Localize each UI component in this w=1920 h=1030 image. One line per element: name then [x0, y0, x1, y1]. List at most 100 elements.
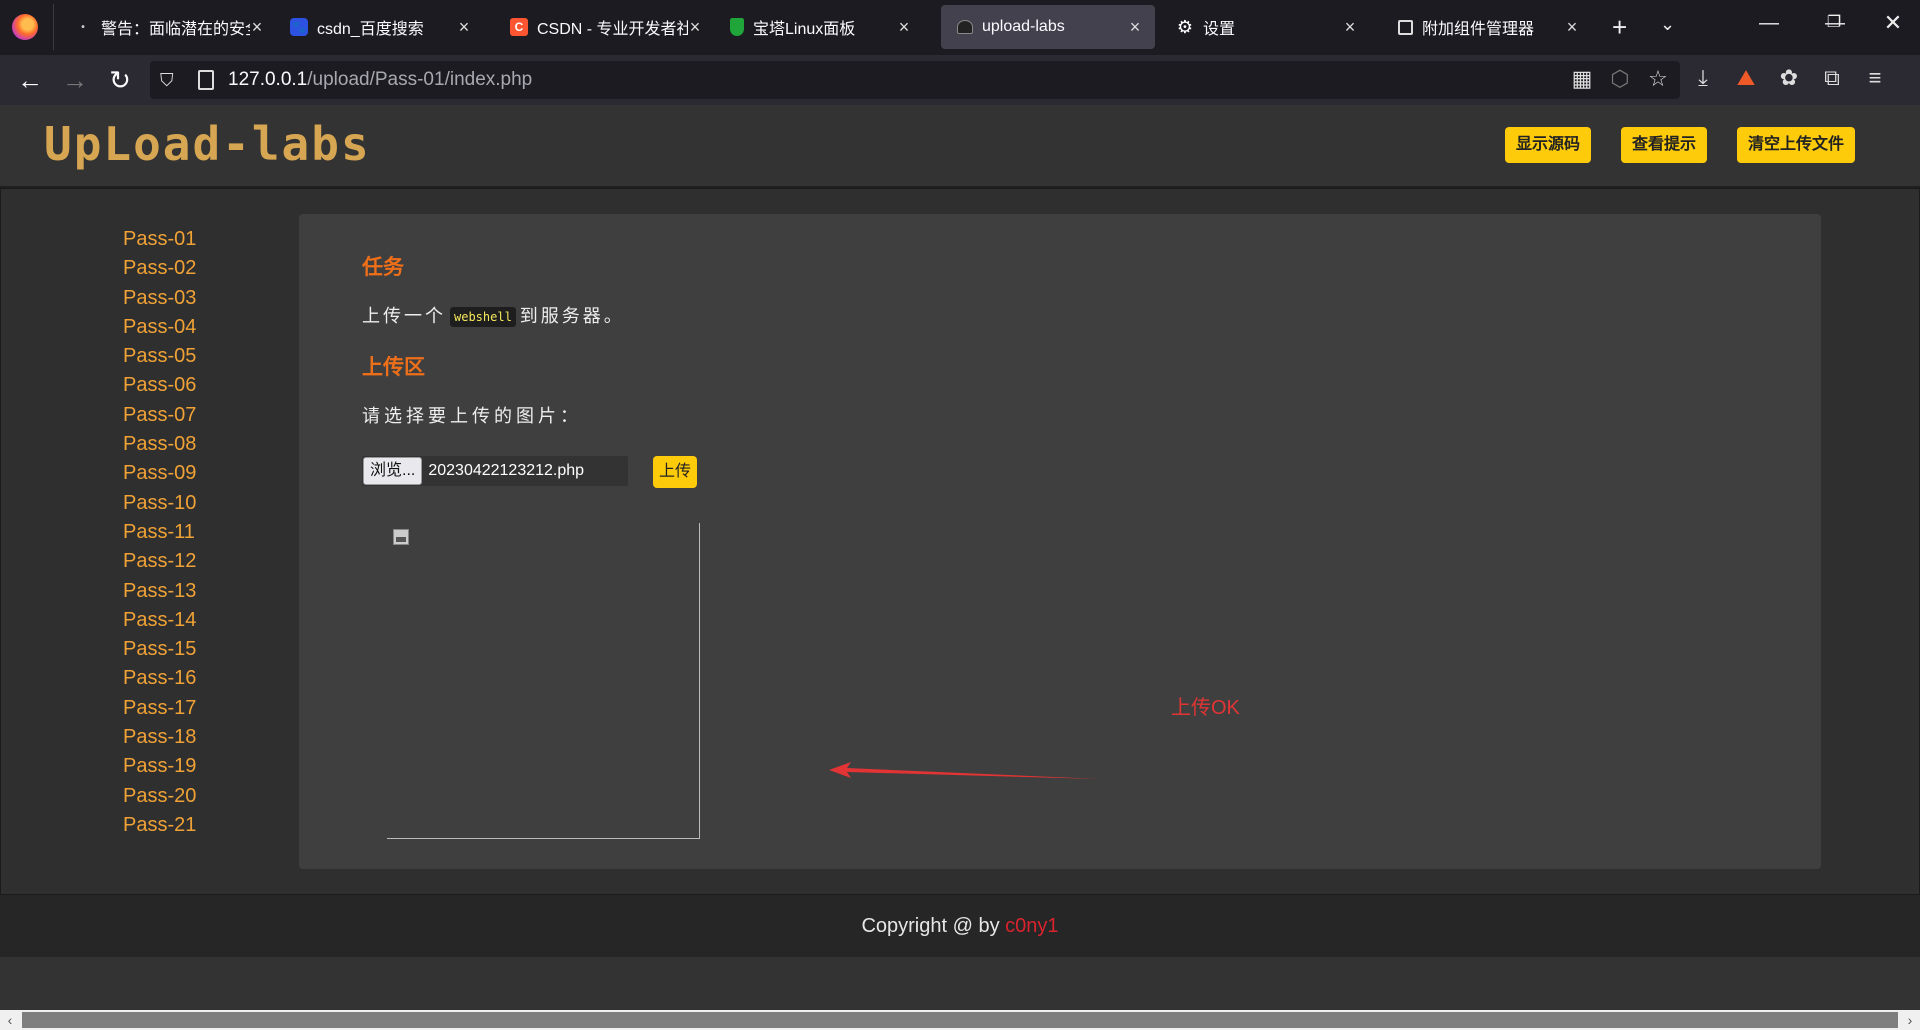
sidebar-item-pass-06[interactable]: Pass-06	[123, 371, 196, 400]
sidebar-item-pass-12[interactable]: Pass-12	[123, 547, 196, 576]
scroll-left-icon[interactable]: ‹	[0, 1010, 20, 1030]
back-button[interactable]: ←	[10, 65, 50, 95]
sidebar-item-pass-10[interactable]: Pass-10	[123, 489, 196, 518]
close-icon[interactable]: ×	[688, 17, 702, 38]
js-icon[interactable]: ⬡	[1608, 66, 1632, 92]
reload-button[interactable]: ↻	[100, 65, 140, 95]
tab-addons[interactable]: 附加组件管理器 ×	[1382, 5, 1592, 49]
arrow-shape	[829, 762, 1099, 779]
annotation-arrow	[829, 762, 1099, 779]
sidebar-item-pass-20[interactable]: Pass-20	[123, 782, 196, 811]
sidebar-item-pass-11[interactable]: Pass-11	[123, 518, 196, 547]
tab-title: 警告：面临潜在的安全	[101, 21, 250, 38]
url-bar[interactable]: ⛉ 127.0.0.1/upload/Pass-01/index.php ▦ ⬡…	[150, 61, 1680, 99]
restore-icon[interactable]: ❐	[1804, 12, 1864, 32]
selected-file-name: 20230422123212.php	[428, 462, 585, 479]
show-hint-button[interactable]: 查看提示	[1621, 127, 1708, 163]
upload-button[interactable]: 上传	[653, 456, 698, 488]
tab-bt-panel[interactable]: 宝塔Linux面板 ×	[714, 5, 924, 49]
puzzle-icon[interactable]: ⧉	[1819, 65, 1845, 91]
tab-baidu[interactable]: 🐾 csdn_百度搜索 ×	[274, 5, 484, 49]
warning-icon: •	[81, 21, 85, 33]
divider	[53, 4, 54, 50]
new-tab-button[interactable]: +	[1612, 12, 1627, 42]
close-icon[interactable]: ×	[250, 17, 264, 38]
scroll-right-icon[interactable]: ›	[1900, 1010, 1920, 1030]
clear-uploads-button[interactable]: 清空上传文件	[1737, 127, 1856, 163]
sidebar-item-pass-05[interactable]: Pass-05	[123, 342, 196, 371]
sidebar-item-pass-13[interactable]: Pass-13	[123, 577, 196, 606]
scrollbar-thumb[interactable]	[22, 1012, 1898, 1028]
uploaded-image	[387, 523, 700, 839]
sidebar-item-pass-01[interactable]: Pass-01	[123, 225, 196, 254]
close-icon[interactable]: ×	[1560, 17, 1584, 38]
tab-title: 宝塔Linux面板	[753, 21, 856, 38]
task-panel: 任务 上传一个 webshell 到服务器。 上传区 请选择要上传的图片： 浏览..…	[299, 214, 1821, 869]
sidebar-item-pass-09[interactable]: Pass-09	[123, 459, 196, 488]
sidebar-item-pass-17[interactable]: Pass-17	[123, 694, 196, 723]
tab-upload-labs[interactable]: upload-labs ×	[941, 5, 1155, 49]
forward-button[interactable]: →	[55, 65, 95, 95]
sidebar-item-pass-18[interactable]: Pass-18	[123, 723, 196, 752]
main-content: Pass-01 Pass-02 Pass-03 Pass-04 Pass-05 Pass-…	[0, 188, 1920, 895]
close-icon[interactable]: ×	[452, 17, 476, 38]
tab-settings[interactable]: ⚙ 设置 ×	[1160, 5, 1370, 49]
sidebar-item-pass-19[interactable]: Pass-19	[123, 752, 196, 781]
tab-title: 附加组件管理器	[1422, 21, 1535, 38]
task-description: 上传一个 webshell 到服务器。	[362, 302, 625, 328]
footer: Copyright @ by c0ny1	[0, 895, 1920, 957]
chevron-down-icon[interactable]: ⌄	[1660, 14, 1675, 35]
extension-hackbar-icon[interactable]: ⛰	[1733, 65, 1759, 91]
shield-icon[interactable]: ⛉	[160, 70, 180, 91]
minimize-icon[interactable]: —	[1739, 12, 1799, 35]
navigation-bar: ← → ↻ ⛉ 127.0.0.1/upload/Pass-01/index.p…	[0, 55, 1920, 105]
baidu-icon: 🐾	[290, 18, 308, 36]
tab-warning[interactable]: • 警告：面临潜在的安全 ×	[58, 5, 264, 49]
site-logo[interactable]: UpLoad-labs	[44, 117, 371, 171]
annotation-text: 上传OK	[1171, 697, 1240, 719]
author-link[interactable]: c0ny1	[1005, 915, 1058, 937]
file-input[interactable]: 浏览... 20230422123212.php	[362, 456, 628, 486]
qr-code-icon[interactable]: ▦	[1570, 66, 1594, 92]
sidebar-item-pass-15[interactable]: Pass-15	[123, 635, 196, 664]
tab-title: 设置	[1203, 21, 1236, 38]
download-icon[interactable]: ⤓	[1690, 65, 1716, 91]
page-icon[interactable]	[198, 70, 214, 90]
sidebar-item-pass-07[interactable]: Pass-07	[123, 401, 196, 430]
tab-csdn[interactable]: C CSDN - 专业开发者社 ×	[494, 5, 704, 49]
firefox-icon[interactable]	[12, 14, 38, 40]
sidebar-item-pass-08[interactable]: Pass-08	[123, 430, 196, 459]
browse-button[interactable]: 浏览...	[363, 457, 423, 485]
sidebar-item-pass-14[interactable]: Pass-14	[123, 606, 196, 635]
horizontal-scrollbar[interactable]: ‹ ›	[0, 1010, 1920, 1030]
sidebar-item-pass-16[interactable]: Pass-16	[123, 664, 196, 693]
page: UpLoad-labs 显示源码 查看提示 清空上传文件 Pass-01 Pass…	[0, 105, 1920, 1010]
sidebar-item-pass-04[interactable]: Pass-04	[123, 313, 196, 342]
tab-title: csdn_百度搜索	[317, 21, 424, 38]
close-icon[interactable]: ×	[1338, 17, 1362, 38]
sidebar-item-pass-02[interactable]: Pass-02	[123, 254, 196, 283]
show-source-button[interactable]: 显示源码	[1505, 127, 1592, 163]
site-header: UpLoad-labs 显示源码 查看提示 清空上传文件	[0, 105, 1920, 188]
tab-title: upload-labs	[982, 18, 1065, 35]
code-tag: webshell	[450, 307, 516, 328]
menu-icon[interactable]: ≡	[1862, 65, 1888, 91]
bookmark-star-icon[interactable]: ☆	[1646, 66, 1670, 92]
close-icon[interactable]: ×	[892, 17, 916, 38]
url-path[interactable]: /upload/Pass-01/index.php	[307, 69, 532, 91]
extension-icon[interactable]: ✿	[1776, 65, 1802, 91]
tab-title: CSDN - 专业开发者社	[537, 21, 688, 38]
url-host[interactable]: 127.0.0.1	[228, 69, 307, 91]
upload-heading: 上传区	[362, 356, 425, 379]
task-prefix: 上传一个	[362, 306, 446, 326]
puzzle-icon	[1398, 19, 1413, 35]
close-icon[interactable]: ×	[1123, 17, 1147, 38]
shield-icon	[730, 18, 744, 36]
csdn-icon: C	[510, 18, 528, 36]
close-window-icon[interactable]: ✕	[1863, 10, 1920, 36]
upload-labs-icon	[957, 20, 973, 34]
sidebar-item-pass-21[interactable]: Pass-21	[123, 811, 196, 840]
sidebar-item-pass-03[interactable]: Pass-03	[123, 284, 196, 313]
task-heading: 任务	[362, 256, 404, 279]
gear-icon: ⚙	[1176, 16, 1194, 37]
